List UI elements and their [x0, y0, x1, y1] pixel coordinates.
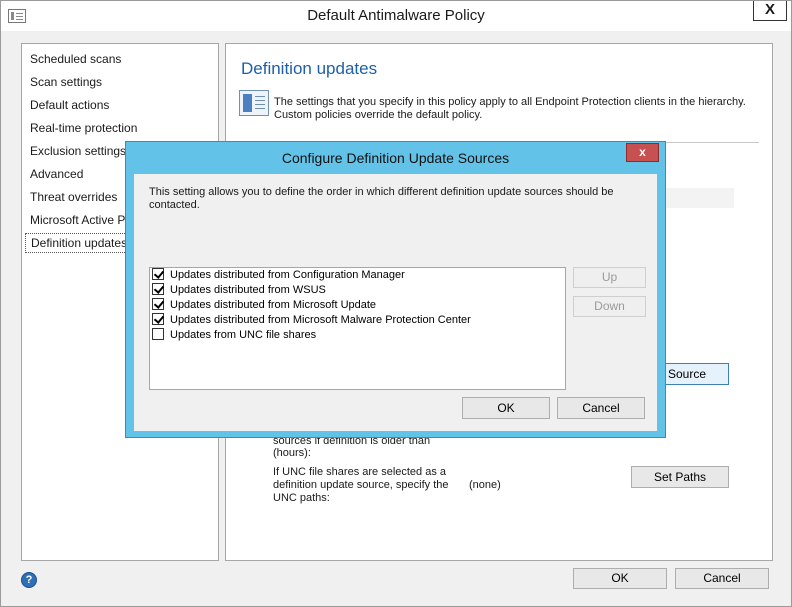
source-checkbox[interactable] [152, 328, 164, 340]
background-band [666, 188, 734, 208]
source-checkbox[interactable] [152, 283, 164, 295]
antimalware-policy-window: Default Antimalware Policy X Scheduled s… [0, 0, 792, 607]
list-item-malware-protection-center[interactable]: Updates distributed from Microsoft Malwa… [152, 313, 471, 328]
configure-update-sources-dialog: Configure Definition Update Sources x Th… [125, 141, 666, 438]
dialog-cancel-button[interactable]: Cancel [557, 397, 645, 419]
source-label: Updates distributed from Microsoft Malwa… [170, 314, 471, 326]
window-title: Default Antimalware Policy [307, 7, 485, 24]
list-item-wsus[interactable]: Updates distributed from WSUS [152, 283, 326, 298]
nav-item-scheduled-scans[interactable]: Scheduled scans [25, 49, 215, 69]
title-bar: Default Antimalware Policy X [1, 1, 791, 31]
source-checkbox[interactable] [152, 313, 164, 325]
dialog-ok-button[interactable]: OK [462, 397, 550, 419]
help-icon[interactable]: ? [21, 572, 37, 588]
window-close-button[interactable]: X [753, 1, 787, 21]
ok-button[interactable]: OK [573, 568, 667, 589]
source-label: Updates distributed from Configuration M… [170, 269, 405, 281]
update-source-list[interactable]: Updates distributed from Configuration M… [149, 267, 566, 390]
nav-item-default-actions[interactable]: Default actions [25, 95, 215, 115]
list-item-microsoft-update[interactable]: Updates distributed from Microsoft Updat… [152, 298, 376, 313]
dialog-close-button[interactable]: x [626, 143, 659, 162]
list-item-unc-file-shares[interactable]: Updates from UNC file shares [152, 328, 316, 343]
dialog-title: Configure Definition Update Sources [281, 150, 510, 166]
nav-item-scan-settings[interactable]: Scan settings [25, 72, 215, 92]
cancel-button[interactable]: Cancel [675, 568, 769, 589]
page-title: Definition updates [241, 59, 378, 78]
dialog-description: This setting allows you to define the or… [149, 186, 614, 211]
source-label: Updates from UNC file shares [170, 329, 317, 341]
source-checkbox[interactable] [152, 298, 164, 310]
move-up-button[interactable]: Up [573, 267, 646, 288]
dialog-body: This setting allows you to define the or… [134, 174, 657, 431]
list-item-configuration-manager[interactable]: Updates distributed from Configuration M… [152, 268, 405, 283]
source-label: Updates distributed from Microsoft Updat… [170, 299, 377, 311]
policy-info-icon [239, 90, 269, 116]
definition-age-hours-label: sources if definition is older than (hou… [273, 435, 431, 459]
source-checkbox[interactable] [152, 268, 164, 280]
source-label: Updates distributed from WSUS [170, 284, 326, 296]
move-down-button[interactable]: Down [573, 296, 646, 317]
unc-paths-label: If UNC file shares are selected as a def… [273, 466, 449, 504]
policy-description: The settings that you specify in this po… [274, 96, 746, 121]
nav-item-real-time-protection[interactable]: Real-time protection [25, 118, 215, 138]
unc-paths-value: (none) [469, 479, 501, 491]
set-paths-button[interactable]: Set Paths [631, 466, 729, 488]
window-app-icon [8, 9, 26, 23]
